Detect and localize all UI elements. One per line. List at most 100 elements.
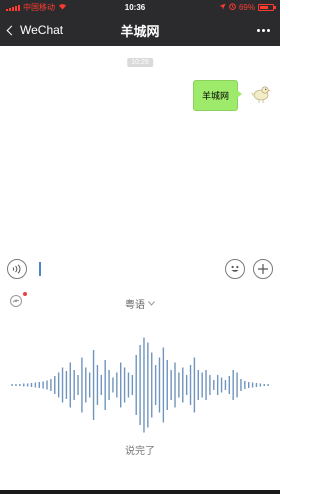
waveform-bar — [23, 383, 25, 387]
waveform-bar — [151, 352, 153, 418]
waveform-bar — [263, 384, 265, 386]
back-button[interactable]: WeChat — [0, 23, 90, 37]
waveform-bar — [178, 372, 180, 398]
waveform-bar — [158, 357, 161, 413]
language-selector[interactable]: 粤语 — [125, 296, 155, 311]
waveform-bar — [197, 370, 199, 400]
waveform-bar — [26, 383, 29, 387]
waveform-bar — [147, 342, 149, 428]
bird-avatar[interactable] — [250, 82, 272, 104]
waveform-bar — [96, 365, 99, 405]
waveform-bar — [240, 379, 242, 391]
waveform-bar — [92, 350, 95, 420]
voice-waveform — [11, 337, 269, 433]
waveform-bar — [120, 362, 122, 408]
message-timestamp: 10:29 — [127, 58, 153, 67]
voice-settings-button[interactable] — [9, 292, 27, 307]
waveform-bar — [100, 375, 103, 395]
waveform-bar — [205, 370, 207, 400]
home-indicator — [0, 490, 280, 494]
waveform-bar — [38, 382, 40, 388]
waveform-bar — [108, 370, 110, 400]
waveform-bar — [174, 362, 176, 408]
waveform-bar — [81, 357, 83, 413]
plus-icon — [258, 264, 268, 274]
waveform-bar — [46, 380, 48, 390]
waveform-bar — [112, 377, 114, 393]
waveform-bar — [166, 360, 168, 410]
waveform-bar — [154, 365, 157, 405]
waveform-bar — [116, 372, 118, 398]
waveform-bar — [255, 383, 258, 387]
waveform-bar — [185, 375, 188, 395]
chevron-down-icon — [148, 301, 155, 306]
more-dot — [267, 28, 270, 32]
input-bar — [0, 252, 280, 286]
waveform-bar — [30, 383, 33, 387]
emoji-button[interactable] — [225, 259, 245, 279]
waveform-bar — [224, 380, 227, 390]
waveform-bar — [123, 367, 126, 403]
carrier-name: 中国移动 — [23, 2, 55, 12]
waveform-bar — [69, 362, 71, 408]
waveform-bar — [88, 372, 91, 398]
waveform-bar — [236, 372, 238, 398]
wifi-icon — [58, 3, 67, 12]
waveform-bar — [201, 372, 203, 398]
waveform-bar — [104, 360, 106, 410]
waveform-bar — [259, 383, 262, 387]
waveform-bar — [248, 382, 250, 388]
waveform-bar — [216, 375, 219, 395]
battery-icon — [258, 3, 276, 11]
chat-title: 羊城网 — [120, 23, 160, 39]
battery-fill — [260, 5, 269, 9]
waveform-bar — [139, 345, 141, 425]
waveform-bar — [73, 370, 75, 400]
battery-percent: 69% — [238, 2, 255, 12]
waveform-bar — [143, 337, 145, 433]
waveform-bar — [193, 357, 196, 413]
voice-settings-icon — [10, 295, 22, 307]
emoji-icon — [231, 265, 239, 272]
waveform-bar — [54, 376, 56, 394]
waveform-bar — [209, 375, 211, 395]
waveform-bar — [57, 372, 60, 398]
alarm-icon — [229, 2, 236, 12]
waveform-bar — [267, 384, 269, 386]
waveform-bar — [220, 377, 223, 393]
status-right: 69% — [184, 2, 276, 12]
waveform-bar — [11, 384, 13, 386]
more-button[interactable] — [200, 28, 280, 32]
location-icon — [219, 3, 226, 12]
waveform-bar — [228, 376, 231, 394]
notification-dot — [23, 292, 27, 296]
message-bubble[interactable]: 羊城网 — [192, 80, 243, 111]
status-time: 10:36 — [124, 2, 146, 12]
chevron-left-icon — [6, 25, 17, 35]
finish-speaking-button[interactable]: 说完了 — [125, 442, 155, 457]
waveform-bar — [135, 355, 137, 415]
waveform-bar — [15, 384, 17, 386]
waveform-bar — [61, 367, 64, 403]
waveform-bar — [244, 381, 246, 389]
nav-bar: WeChat 羊城网 — [0, 14, 280, 46]
waveform-bar — [213, 380, 215, 390]
waveform-bar — [50, 379, 52, 391]
waveform-bar — [251, 382, 254, 388]
add-button[interactable] — [253, 259, 273, 279]
voice-toggle-button[interactable] — [7, 259, 27, 279]
text-cursor[interactable] — [39, 262, 41, 276]
waveform-bar — [85, 367, 87, 403]
signal-icon — [6, 4, 20, 11]
chat-area[interactable]: 10:29 羊城网 — [0, 46, 280, 252]
waveform-bar — [127, 372, 130, 398]
waveform-bar — [162, 347, 165, 423]
more-dot — [257, 28, 260, 32]
waveform-bar — [182, 367, 184, 403]
status-bar: 中国移动 10:36 69% — [0, 0, 280, 14]
waveform-bar — [232, 370, 234, 400]
voice-input-panel: 粤语 说完了 — [0, 286, 280, 494]
back-label: WeChat — [20, 23, 64, 37]
waveform-bar — [77, 375, 79, 395]
waveform-bar — [42, 381, 44, 389]
